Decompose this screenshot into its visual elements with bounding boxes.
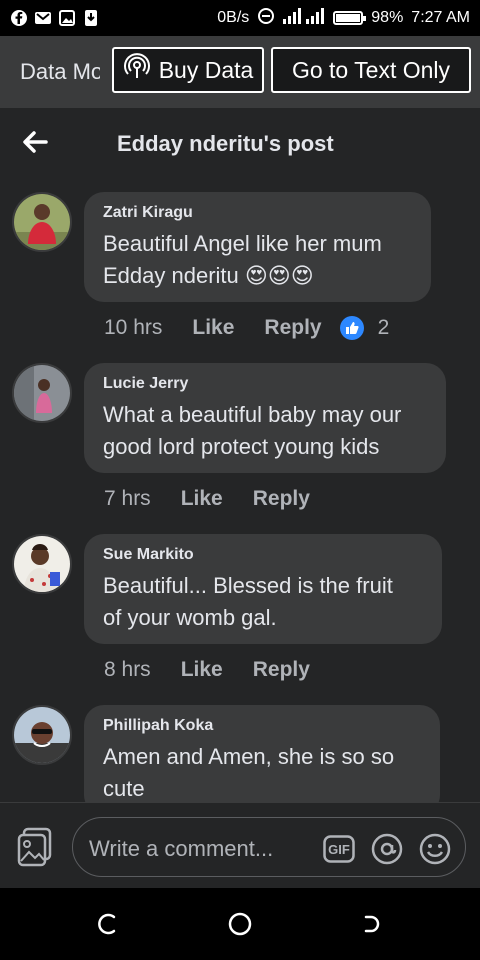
comment-author[interactable]: Phillipah Koka	[103, 717, 420, 735]
comment-input[interactable]: Write a comment... GIF	[72, 817, 466, 877]
battery-icon	[333, 11, 367, 25]
reply-button[interactable]: Reply	[253, 658, 310, 682]
comment-line: Beautiful... Blessed is the fruit	[103, 573, 393, 598]
gif-label: GIF	[328, 842, 350, 857]
recent-apps-icon[interactable]	[94, 910, 122, 938]
avatar[interactable]	[12, 705, 72, 765]
comment-author[interactable]: Lucie Jerry	[103, 375, 426, 393]
comment-time[interactable]: 10 hrs	[104, 316, 162, 340]
comment-time[interactable]: 8 hrs	[104, 658, 151, 682]
back-arrow-icon	[22, 130, 48, 158]
thumbs-up-icon[interactable]	[339, 316, 364, 340]
photo-icon[interactable]	[16, 827, 54, 867]
gmail-icon	[34, 9, 52, 27]
gif-icon[interactable]: GIF	[323, 833, 355, 865]
battery-percent: 98%	[371, 9, 404, 26]
comment-text: Amen and Amen, she is so so cute	[103, 741, 420, 802]
data-mode-label: Data Mo	[20, 59, 100, 84]
comments-feed[interactable]: Zatri Kiragu Beautiful Angel like her mu…	[0, 180, 480, 802]
reply-button[interactable]: Reply	[253, 487, 310, 511]
facebook-icon	[10, 9, 28, 27]
page-title: Edday nderitu's post	[117, 131, 334, 156]
reaction-count[interactable]: 2	[378, 316, 390, 340]
network-speed: 0B/s	[217, 9, 250, 26]
comment-line: Amen and Amen, she is so so	[103, 744, 395, 769]
like-button[interactable]: Like	[192, 316, 234, 340]
emoji-icon[interactable]	[419, 833, 451, 865]
clock: 7:27 AM	[411, 9, 470, 26]
comment-bubble[interactable]: Zatri Kiragu Beautiful Angel like her mu…	[84, 192, 431, 302]
comment-actions: 7 hrs Like Reply	[104, 487, 340, 511]
text-only-button[interactable]: Go to Text Only	[271, 47, 471, 93]
comment-line: cute	[103, 776, 145, 801]
comment-text: Beautiful... Blessed is the fruit of you…	[103, 570, 422, 634]
comment-bubble[interactable]: Lucie Jerry What a beautiful baby may ou…	[84, 363, 446, 473]
comment-composer: Write a comment... GIF	[0, 802, 480, 888]
buy-data-label: Buy Data	[158, 56, 254, 83]
back-nav-icon[interactable]	[358, 910, 386, 938]
comment-line: Edday nderitu 😍😍😍	[103, 263, 314, 288]
avatar[interactable]	[12, 192, 72, 252]
like-button[interactable]: Like	[181, 487, 223, 511]
post-header: Edday nderitu's post	[0, 108, 480, 180]
comment-text: What a beautiful baby may our good lord …	[103, 399, 426, 463]
comment-line: of your womb gal.	[103, 605, 277, 630]
status-bar: 0B/s 98% 7:27 AM	[0, 0, 480, 36]
data-saver-icon	[257, 7, 275, 30]
download-icon	[82, 9, 100, 27]
comment-bubble[interactable]: Phillipah Koka Amen and Amen, she is so …	[84, 705, 440, 802]
avatar[interactable]	[12, 534, 72, 594]
back-button[interactable]	[0, 108, 70, 180]
comment-author[interactable]: Sue Markito	[103, 546, 422, 564]
mention-icon[interactable]	[371, 833, 403, 865]
comment-actions: 8 hrs Like Reply	[104, 658, 340, 682]
comment-actions: 10 hrs Like Reply 2	[104, 316, 389, 340]
comment-line: What a beautiful baby may our	[103, 402, 402, 427]
comment-text: Beautiful Angel like her mum Edday nderi…	[103, 228, 411, 292]
data-mode-bar: Data Mo Buy Data Go to Text Only	[0, 36, 480, 108]
comment-time[interactable]: 7 hrs	[104, 487, 151, 511]
avatar[interactable]	[12, 363, 72, 423]
comment-placeholder: Write a comment...	[89, 836, 274, 861]
notification-icons	[10, 9, 100, 27]
home-icon[interactable]	[226, 910, 254, 938]
system-nav-bar	[0, 888, 480, 960]
buy-data-button[interactable]: Buy Data	[112, 47, 264, 93]
gallery-icon	[58, 9, 76, 27]
comment-author[interactable]: Zatri Kiragu	[103, 204, 411, 222]
podcast-icon	[123, 53, 151, 87]
comment-line: good lord protect young kids	[103, 434, 380, 459]
like-button[interactable]: Like	[181, 658, 223, 682]
comment-bubble[interactable]: Sue Markito Beautiful... Blessed is the …	[84, 534, 442, 644]
comment-line: Beautiful Angel like her mum	[103, 231, 382, 256]
reply-button[interactable]: Reply	[264, 316, 321, 340]
signal-icon	[283, 7, 325, 29]
